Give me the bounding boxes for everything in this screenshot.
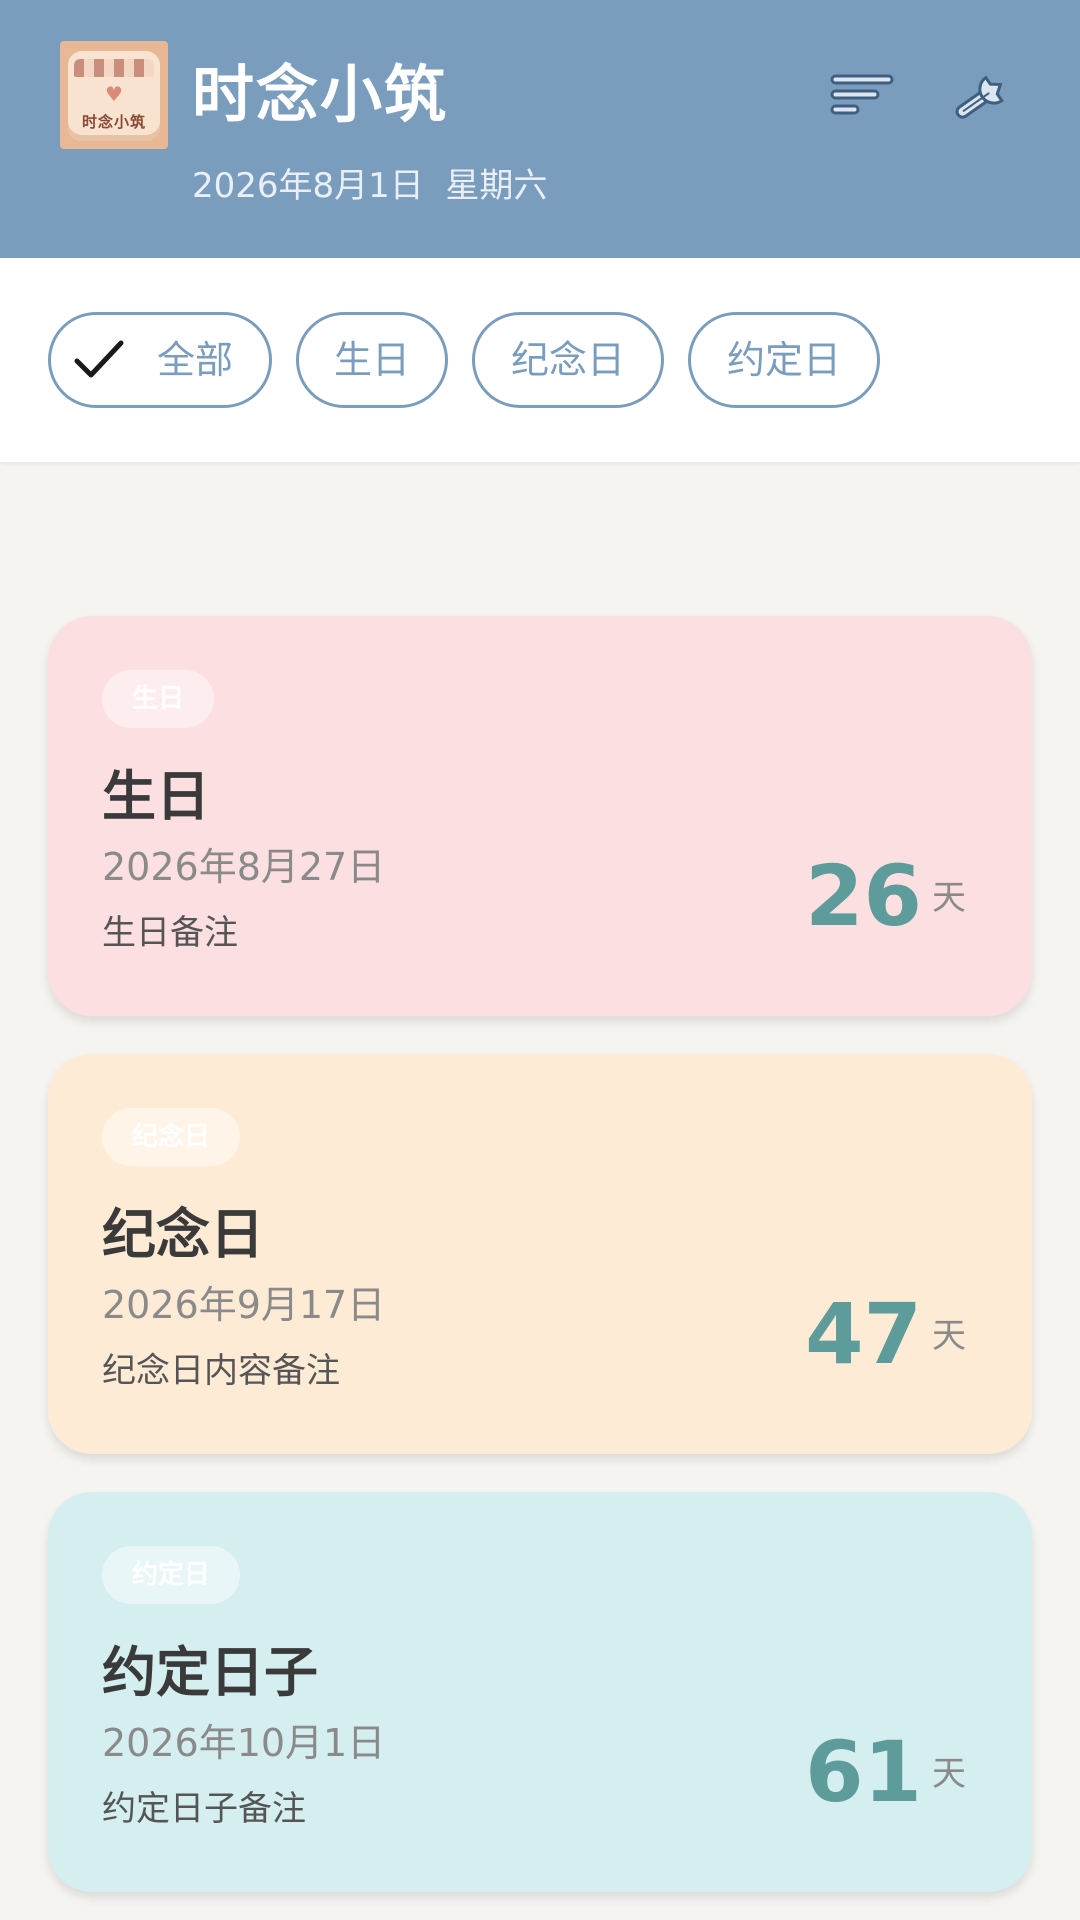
filter-chip-all[interactable]: 全部 bbox=[48, 312, 272, 408]
filter-chip-appointment[interactable]: 约定日 bbox=[688, 312, 880, 408]
filter-bar: 全部 生日 纪念日 约定日 bbox=[0, 258, 1080, 462]
sort-button[interactable] bbox=[826, 64, 902, 128]
filter-chip-anniversary[interactable]: 纪念日 bbox=[472, 312, 664, 408]
filter-chip-label: 生日 bbox=[333, 338, 410, 382]
event-note: 生日备注 bbox=[102, 913, 238, 953]
event-card-appointment[interactable]: 约定日 约定日子 2026年10月1日 约定日子备注 61 天 bbox=[48, 1492, 1032, 1892]
days-unit: 天 bbox=[932, 1316, 966, 1356]
event-title: 纪念日 bbox=[102, 1203, 264, 1266]
days-remaining: 61 bbox=[805, 1723, 922, 1821]
days-unit: 天 bbox=[932, 1754, 966, 1794]
sort-lines-icon bbox=[830, 74, 894, 115]
event-card-birthday[interactable]: 生日 生日 2026年8月27日 生日备注 26 天 bbox=[48, 616, 1032, 1016]
event-date: 2026年9月17日 bbox=[102, 1283, 386, 1327]
category-tag: 生日 bbox=[102, 670, 215, 728]
filter-chip-label: 全部 bbox=[156, 338, 233, 382]
app-header: ♥ 时念小筑 时念小筑 2026年8月1日 星期六 bbox=[0, 0, 1080, 258]
days-remaining: 47 bbox=[805, 1285, 922, 1383]
days-unit: 天 bbox=[932, 878, 966, 918]
app-title: 时念小筑 bbox=[192, 58, 449, 131]
settings-button[interactable] bbox=[946, 64, 1022, 128]
event-note: 纪念日内容备注 bbox=[102, 1351, 340, 1391]
event-title: 生日 bbox=[102, 765, 210, 828]
event-card-anniversary[interactable]: 纪念日 纪念日 2026年9月17日 纪念日内容备注 47 天 bbox=[48, 1054, 1032, 1454]
app-logo-icon: ♥ 时念小筑 bbox=[60, 41, 168, 149]
filter-chip-label: 纪念日 bbox=[510, 338, 625, 382]
event-date: 2026年8月27日 bbox=[102, 845, 386, 889]
days-remaining: 26 bbox=[805, 847, 922, 945]
filter-chip-label: 约定日 bbox=[726, 338, 841, 382]
event-title: 约定日子 bbox=[102, 1641, 318, 1704]
filter-chip-birthday[interactable]: 生日 bbox=[296, 312, 448, 408]
category-tag: 约定日 bbox=[102, 1546, 241, 1604]
check-icon bbox=[74, 340, 124, 378]
wrench-icon bbox=[955, 75, 1004, 119]
event-note: 约定日子备注 bbox=[102, 1789, 306, 1829]
category-tag: 纪念日 bbox=[102, 1108, 241, 1166]
current-date: 2026年8月1日 星期六 bbox=[192, 166, 548, 206]
event-date: 2026年10月1日 bbox=[102, 1721, 386, 1765]
